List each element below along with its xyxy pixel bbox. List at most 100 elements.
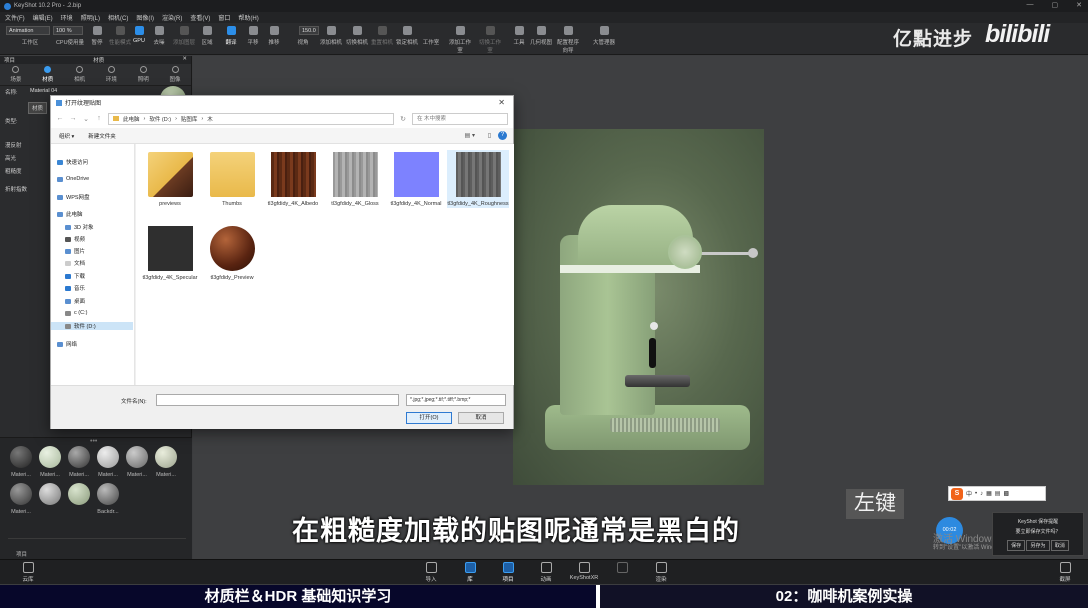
library-ball-9[interactable]: [68, 483, 90, 505]
preview-pane-icon[interactable]: ▯: [488, 132, 491, 139]
punctuation-icon[interactable]: •: [975, 491, 977, 497]
forward-icon[interactable]: →: [69, 115, 77, 122]
project-button[interactable]: 项目: [493, 562, 523, 583]
refresh-icon[interactable]: ↻: [399, 115, 407, 123]
menu-view[interactable]: 查看(V): [190, 13, 210, 22]
nav-downloads[interactable]: 下载: [65, 272, 85, 280]
nav-quick-access[interactable]: 快速访问: [57, 158, 88, 166]
import-button[interactable]: 导入: [416, 562, 446, 583]
tab-image[interactable]: 图像: [170, 66, 181, 83]
view-angle-button[interactable]: 视角: [290, 38, 316, 46]
geometry-view-button[interactable]: 几何视图: [528, 26, 554, 46]
dolly-button[interactable]: 推移: [261, 26, 287, 46]
panel-close-icon[interactable]: ✕: [182, 56, 187, 64]
workspace-button[interactable]: 工作区: [17, 38, 43, 46]
workspace-select[interactable]: Animation: [6, 26, 50, 35]
nav-videos[interactable]: 视频: [65, 235, 85, 243]
save-button[interactable]: 保存: [1007, 540, 1026, 551]
tab-environment[interactable]: 环境: [106, 66, 117, 83]
skin-icon[interactable]: ▤: [995, 490, 1001, 497]
fov-field[interactable]: 150.0: [299, 26, 319, 35]
close-button[interactable]: ✕: [1076, 1, 1082, 9]
breadcrumb-wood[interactable]: 木: [207, 115, 213, 123]
breadcrumb-texture-lib[interactable]: 贴图库: [181, 115, 198, 123]
menu-edit[interactable]: 编辑(E): [33, 13, 53, 22]
minimize-button[interactable]: —: [1027, 1, 1034, 9]
dismiss-button[interactable]: 取消: [1050, 540, 1069, 551]
back-icon[interactable]: ←: [56, 115, 64, 122]
manager-button[interactable]: 大管理器: [588, 26, 620, 46]
switch-camera-button[interactable]: 切换相机: [344, 26, 370, 46]
search-field[interactable]: 在 木中搜索: [412, 112, 508, 125]
dialog-close-button[interactable]: ✕: [498, 98, 505, 107]
switch-studio-button[interactable]: 切换工作室: [477, 26, 503, 54]
material-name-field[interactable]: Material 04: [30, 88, 57, 94]
tab-lighting[interactable]: 照明: [138, 66, 149, 83]
breadcrumb-this-pc[interactable]: 此电脑: [123, 115, 140, 123]
new-folder-button[interactable]: 新建文件夹: [88, 132, 116, 140]
add-studio-button[interactable]: 添加工作室: [447, 26, 473, 54]
tab-material[interactable]: 材质: [42, 66, 53, 83]
filetype-select[interactable]: *.jpg;*.jpeg;*.tif;*.tiff;*.bmp;*: [406, 394, 506, 406]
prop-roughness[interactable]: 粗糙度: [5, 167, 22, 175]
studio-button[interactable]: 工作室: [418, 38, 444, 46]
nav-network[interactable]: 网络: [57, 340, 77, 348]
nav-onedrive[interactable]: OneDrive: [57, 176, 89, 182]
menu-lighting[interactable]: 照明(L): [81, 13, 100, 22]
library-ball-2[interactable]: [39, 446, 61, 468]
keyshotxr-button[interactable]: KeyShotXR: [567, 562, 601, 581]
file-item[interactable]: tl3gfdidy_4K_Albedo: [262, 152, 324, 208]
library-button[interactable]: 库: [455, 562, 485, 583]
ime-language[interactable]: 中: [966, 489, 972, 498]
library-ball-5[interactable]: [126, 446, 148, 468]
cloud-library-button[interactable]: 云库: [13, 562, 43, 583]
menu-environment[interactable]: 环境: [61, 13, 73, 22]
drag-handle-icon[interactable]: •••: [90, 438, 97, 445]
file-item[interactable]: tl3gfdidy_4K_Normal: [385, 152, 447, 208]
menu-help[interactable]: 帮助(H): [238, 13, 258, 22]
file-item[interactable]: previews: [139, 152, 201, 208]
library-ball-1[interactable]: [10, 446, 32, 468]
cancel-button[interactable]: 取消: [458, 412, 504, 424]
library-ball-6[interactable]: [155, 446, 177, 468]
recent-icon[interactable]: ⌄: [82, 115, 90, 123]
render-button[interactable]: 渲染: [646, 562, 676, 583]
library-ball-3[interactable]: [68, 446, 90, 468]
tab-camera[interactable]: 相机: [74, 66, 85, 83]
animation-button[interactable]: 动画: [531, 562, 561, 583]
file-item[interactable]: tl3gfdidy_4K_Gloss: [324, 152, 386, 208]
denoise-button[interactable]: 去噪: [146, 26, 172, 46]
material-type-button[interactable]: 材质: [28, 102, 48, 114]
path-field[interactable]: 此电脑 › 软件 (D:) › 贴图库 › 木: [108, 112, 394, 125]
cpu-usage-button[interactable]: CPU使用量: [52, 38, 88, 46]
file-item[interactable]: Thumbs: [201, 152, 263, 208]
keyboard-icon[interactable]: ▦: [986, 490, 992, 497]
nav-desktop[interactable]: 桌面: [65, 297, 85, 305]
lock-camera-button[interactable]: 锁定相机: [394, 26, 420, 46]
nav-documents[interactable]: 文档: [65, 259, 85, 267]
tab-scene[interactable]: 场景: [10, 66, 21, 83]
mic-icon[interactable]: ♪: [980, 491, 983, 497]
menu-file[interactable]: 文件(F): [5, 13, 25, 22]
open-button[interactable]: 打开(O): [406, 412, 452, 424]
up-icon[interactable]: ↑: [95, 115, 103, 122]
view-options-icon[interactable]: ▤ ▾: [465, 132, 475, 139]
grid-icon[interactable]: ▩: [1003, 490, 1009, 497]
maximize-button[interactable]: ▢: [1052, 1, 1059, 9]
zoom-field[interactable]: 100 %: [53, 26, 83, 35]
help-icon[interactable]: ?: [498, 131, 507, 140]
file-item[interactable]: tl3gfdidy_4K_Roughness: [447, 150, 509, 208]
menu-image[interactable]: 图像(I): [136, 13, 154, 22]
menu-window[interactable]: 窗口: [218, 13, 230, 22]
prop-diffuse[interactable]: 漫反射: [5, 141, 22, 149]
filename-input[interactable]: [156, 394, 399, 406]
nav-drive-c[interactable]: c (C:): [65, 310, 87, 316]
configurator-wizard-button[interactable]: 配置程序向导: [555, 26, 581, 54]
nav-pictures[interactable]: 图片: [65, 247, 85, 255]
screenshot-button[interactable]: 截屏: [1050, 562, 1080, 583]
breadcrumb-drive-d[interactable]: 软件 (D:): [149, 115, 171, 123]
region-button[interactable]: 区域: [194, 26, 220, 46]
library-ball-4[interactable]: [97, 446, 119, 468]
organize-button[interactable]: 组织 ▾: [59, 132, 74, 140]
nav-wps-drive[interactable]: WPS网盘: [57, 193, 90, 201]
